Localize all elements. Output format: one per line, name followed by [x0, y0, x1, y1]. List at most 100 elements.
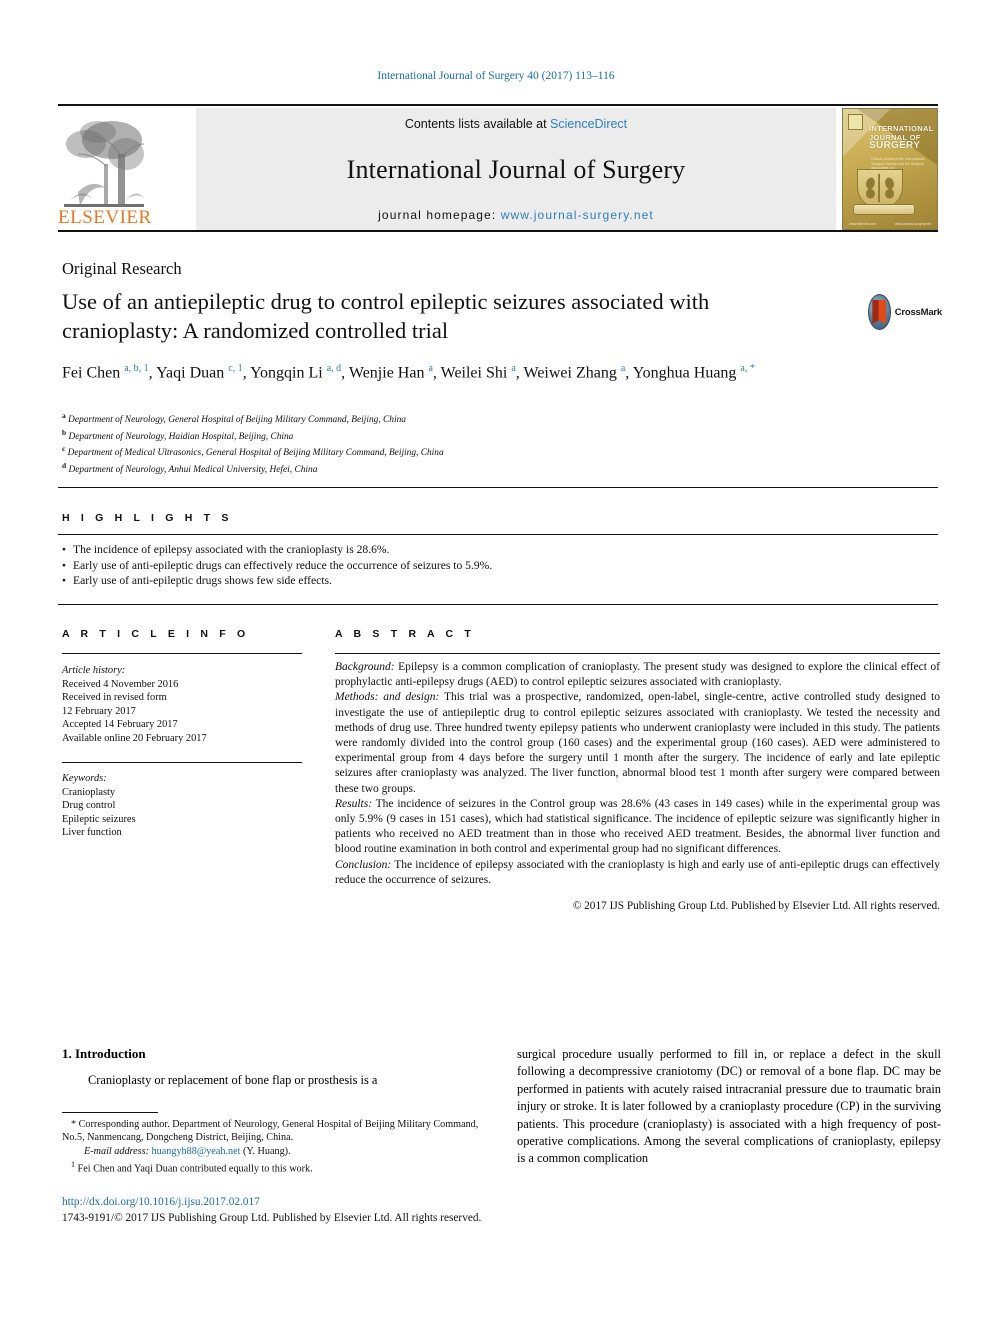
- section-heading-introduction: 1. Introduction: [62, 1046, 146, 1061]
- abstract-copyright: © 2017 IJS Publishing Group Ltd. Publish…: [572, 900, 940, 913]
- abstract-section-text: The incidence of seizures in the Control…: [335, 797, 940, 856]
- abstract-body: Background: Epilepsy is a common complic…: [335, 660, 940, 914]
- footnote-email-line: E-mail address: huangyh88@yeah.net (Y. H…: [62, 1145, 494, 1158]
- affiliation-item: b Department of Neurology, Haidian Hospi…: [62, 427, 762, 444]
- article-history-line: Accepted 14 February 2017: [62, 719, 178, 731]
- abstract-section-text: The incidence of epilepsy associated wit…: [335, 858, 940, 886]
- page-title: Use of an antiepileptic drug to control …: [62, 289, 710, 343]
- article-page: International Journal of Surgery 40 (201…: [0, 0, 992, 1323]
- keyword-item: Drug control: [62, 800, 116, 812]
- divider-keywords: [62, 762, 302, 764]
- contents-line: Contents lists available at ScienceDirec…: [405, 117, 627, 131]
- keyword-item: Cranioplasty: [62, 786, 116, 798]
- cover-foot-right: www.journal-surgery.net: [894, 222, 931, 226]
- keyword-item: Liver function: [62, 827, 122, 839]
- affiliation-item: d Department of Neurology, Anhui Medical…: [62, 460, 762, 477]
- email-suffix: (Y. Huang).: [240, 1145, 291, 1157]
- affiliation-item: c Department of Medical Ultrasonics, Gen…: [62, 443, 762, 460]
- abstract-section-text: Epilepsy is a common complication of cra…: [335, 661, 940, 689]
- elsevier-wordmark: ELSEVIER: [58, 207, 152, 228]
- affiliation-mark: a: [62, 411, 66, 420]
- article-history: Article history: Received 4 November 201…: [62, 664, 302, 746]
- highlight-item: Early use of anti-epileptic drugs can ef…: [62, 558, 802, 574]
- journal-title: International Journal of Surgery: [346, 154, 686, 184]
- divider-article-info: [62, 653, 302, 655]
- email-link[interactable]: huangyh88@yeah.net: [152, 1146, 241, 1157]
- affiliation-text: Department of Neurology, Anhui Medical U…: [68, 465, 318, 476]
- intro-left-column: Cranioplasty or replacement of bone flap…: [88, 1073, 378, 1087]
- cover-title: INTERNATIONAL JOURNAL OF SURGERY: [869, 124, 933, 152]
- footnote-corresponding-author: * Corresponding author. Department of Ne…: [62, 1118, 494, 1145]
- footnote-equal-text: Fei Chen and Yaqi Duan contributed equal…: [77, 1163, 313, 1175]
- affiliation-text: Department of Neurology, Haidian Hospita…: [68, 431, 294, 442]
- sciencedirect-link[interactable]: ScienceDirect: [550, 117, 627, 131]
- author-list: Fei Chen a, b, 1, Yaqi Duan c, 1, Yongqi…: [62, 363, 755, 382]
- footnote-divider: [62, 1112, 158, 1114]
- homepage-prefix: journal homepage:: [378, 208, 501, 222]
- article-history-heading: Article history:: [62, 665, 126, 676]
- crossmark-icon: [868, 294, 891, 330]
- abstract-section-text: This trial was a prospective, randomized…: [335, 691, 940, 795]
- abstract-section: Results: The incidence of seizures in th…: [335, 797, 940, 858]
- affiliation-mark: d: [62, 461, 67, 471]
- journal-banner: ELSEVIER Contents lists available at Sci…: [58, 104, 938, 232]
- divider-highlights-bottom: [58, 604, 938, 606]
- crossmark-label: CrossMark: [894, 306, 943, 318]
- crossmark-book-shape: [872, 300, 887, 324]
- abstract-section: Methods: and design: This trial was a pr…: [335, 690, 940, 796]
- cover-foot-left: www.elsevier.com: [849, 222, 876, 226]
- affiliation-mark: b: [62, 427, 67, 437]
- cover-elsevier-mark: [848, 114, 863, 130]
- article-history-line: 12 February 2017: [62, 705, 136, 717]
- divider-highlights-under-label: [58, 534, 938, 535]
- affiliation-list: a Department of Neurology, General Hospi…: [62, 410, 762, 477]
- asterisk-icon: *: [71, 1119, 77, 1130]
- running-head: International Journal of Surgery 40 (201…: [377, 70, 615, 82]
- divider-abstract: [335, 653, 940, 655]
- highlights-list: The incidence of epilepsy associated wit…: [62, 542, 802, 589]
- affiliation-text: Department of Neurology, General Hospita…: [68, 415, 406, 426]
- elsevier-logo: ELSEVIER: [58, 108, 152, 232]
- cover-title-line3: SURGERY: [869, 140, 921, 152]
- homepage-line: journal homepage: www.journal-surgery.ne…: [378, 208, 654, 222]
- keywords-heading: Keywords:: [62, 773, 107, 784]
- intro-right-column: surgical procedure usually performed to …: [517, 1047, 941, 1166]
- journal-cover-thumbnail: INTERNATIONAL JOURNAL OF SURGERY Officia…: [842, 108, 938, 230]
- keywords-block: Keywords: Cranioplasty Drug control Epil…: [62, 772, 302, 840]
- footnote-corresponding-text: Corresponding author. Department of Neur…: [62, 1119, 479, 1144]
- highlight-item: The incidence of epilepsy associated wit…: [62, 542, 802, 558]
- article-history-line: Available online 20 February 2017: [62, 732, 207, 744]
- contents-prefix: Contents lists available at: [404, 117, 551, 131]
- homepage-url-link[interactable]: www.journal-surgery.net: [501, 208, 654, 222]
- email-label: E-mail address:: [84, 1145, 149, 1157]
- highlight-item: Early use of anti-epileptic drugs shows …: [62, 573, 802, 589]
- divider-highlights-top: [58, 487, 938, 489]
- affiliation-text: Department of Medical Ultrasonics, Gener…: [67, 448, 444, 459]
- abstract-label: A B S T R A C T: [335, 628, 475, 640]
- issn-copyright-line: 1743-9191/© 2017 IJS Publishing Group Lt…: [62, 1212, 482, 1224]
- abstract-section-heading: Methods: and design:: [335, 691, 440, 704]
- article-history-line: Received 4 November 2016: [62, 678, 179, 690]
- abstract-section: Conclusion: The incidence of epilepsy as…: [335, 858, 940, 888]
- abstract-section-heading: Background:: [335, 661, 395, 673]
- article-type: Original Research: [62, 259, 182, 278]
- crossmark-badge[interactable]: CrossMark: [868, 292, 942, 332]
- affiliation-item: a Department of Neurology, General Hospi…: [62, 410, 762, 427]
- doi-link[interactable]: http://dx.doi.org/10.1016/j.ijsu.2017.02…: [62, 1196, 260, 1208]
- cover-footer: www.elsevier.com www.journal-surgery.net: [849, 222, 931, 226]
- footnote-equal-contribution: 1 Fei Chen and Yaqi Duan contributed equ…: [62, 1158, 494, 1176]
- abstract-section-heading: Conclusion:: [335, 858, 392, 871]
- elsevier-tree-icon: [60, 114, 148, 214]
- cover-crest-icon: [857, 169, 903, 209]
- article-info-label: A R T I C L E I N F O: [62, 628, 250, 640]
- footnote-block: * Corresponding author. Department of Ne…: [62, 1118, 494, 1176]
- footnote-marker: 1: [71, 1160, 75, 1170]
- abstract-section-heading: Results:: [335, 797, 373, 810]
- highlights-label: H I G H L I G H T S: [62, 512, 233, 524]
- keyword-item: Epileptic seizures: [62, 813, 136, 825]
- abstract-section: Background: Epilepsy is a common complic…: [335, 660, 940, 690]
- affiliation-mark: c: [62, 444, 66, 454]
- cover-ribbon: [853, 204, 915, 215]
- banner-center: Contents lists available at ScienceDirec…: [196, 108, 836, 230]
- article-history-line: Received in revised form: [62, 692, 167, 704]
